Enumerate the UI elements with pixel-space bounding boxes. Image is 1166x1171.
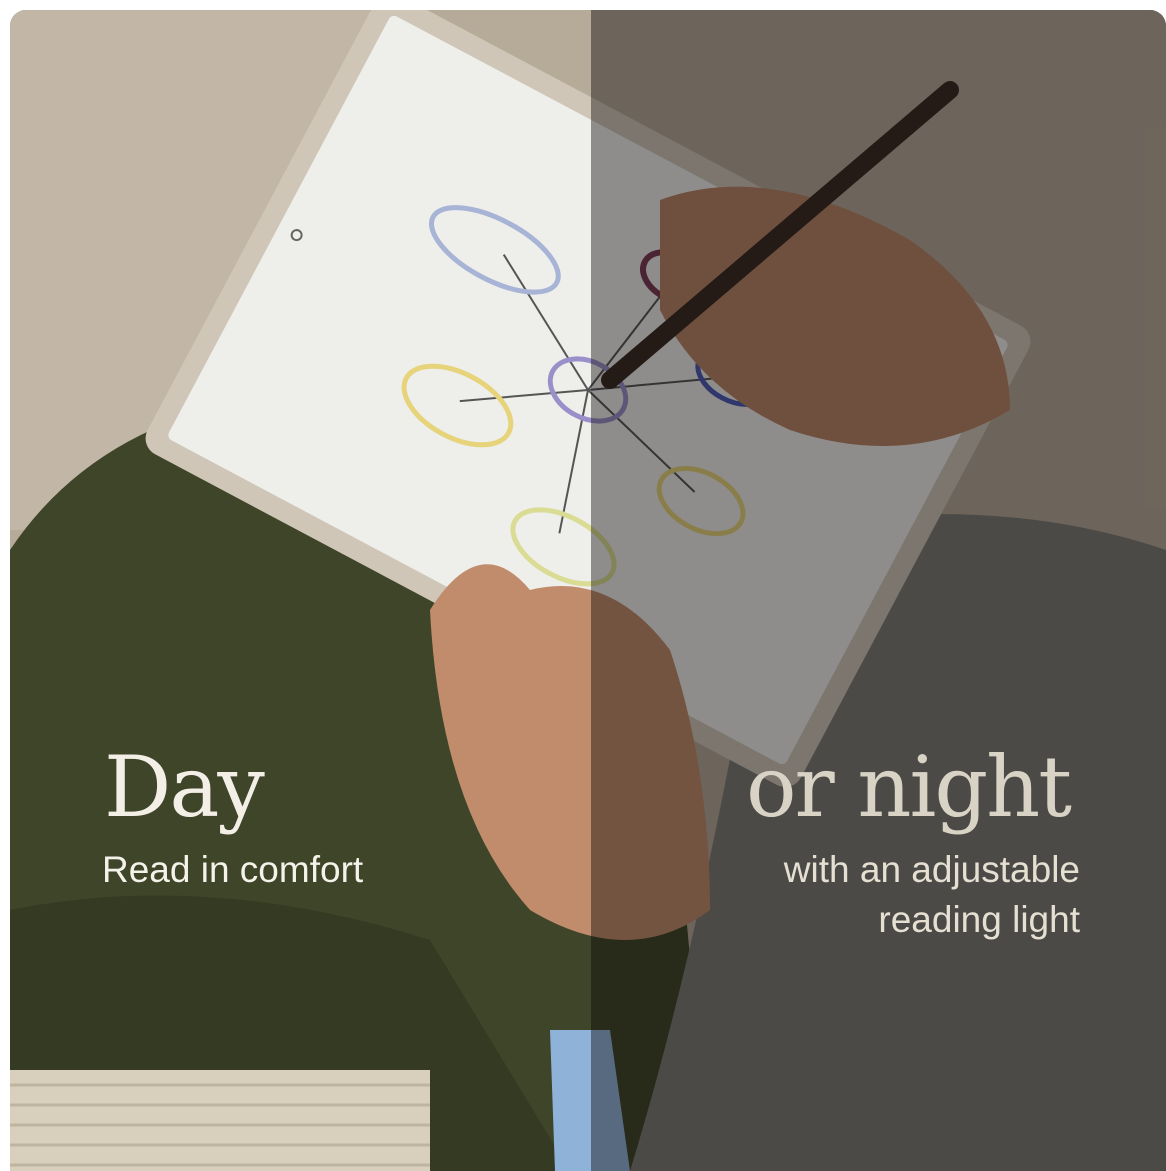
night-shade (591, 10, 1166, 1171)
night-subtitle: with an adjustable reading light (660, 845, 1080, 945)
day-subtitle: Read in comfort (102, 849, 364, 890)
night-subtitle-line-1: with an adjustable (783, 849, 1080, 890)
hero-banner: Day Read in comfort or night with an adj… (10, 10, 1166, 1171)
day-headline: Day (104, 738, 265, 836)
night-headline: or night (745, 738, 1072, 836)
night-subtitle-line-2: reading light (878, 899, 1080, 940)
